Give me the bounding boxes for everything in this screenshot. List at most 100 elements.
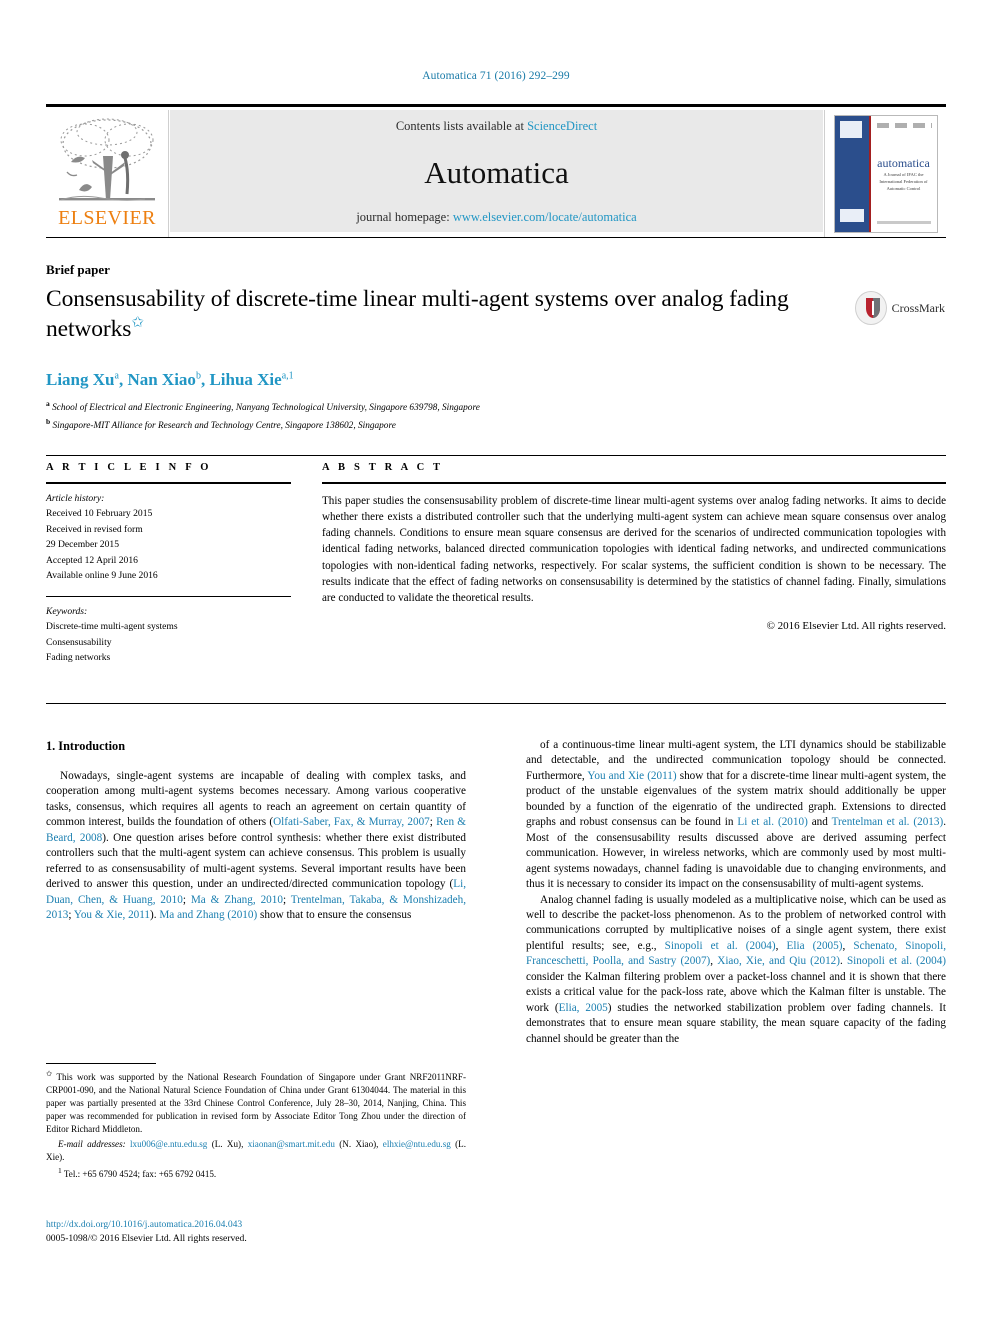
paragraph: Analog channel fading is usually modeled… (526, 893, 947, 1045)
elsevier-logo: ELSEVIER (46, 110, 169, 238)
article-history-label: Article history: (46, 492, 105, 504)
abstract-column: A B S T R A C T This paper studies the c… (322, 462, 946, 632)
keyword-item: Consensusability (46, 636, 112, 648)
cover-title-text: automatica (877, 156, 930, 170)
citation-link[interactable]: Li et al. (2010) (737, 816, 807, 828)
citation-link[interactable]: Ma and Zhang (2010) (159, 909, 257, 921)
running-head: Automatica 71 (2016) 292–299 (422, 70, 570, 82)
citation-link[interactable]: Olfati-Saber, Fax, & Murray, 2007 (273, 816, 430, 828)
keyword-item: Discrete-time multi-agent systems (46, 621, 178, 633)
email-addresses-label: E-mail addresses: (58, 1139, 126, 1150)
citation-link[interactable]: Sinopoli et al. (2004) (847, 955, 946, 967)
email-owner: (N. Xiao) (339, 1139, 377, 1150)
cover-header-rule (876, 123, 932, 128)
footnote-funding: ✩ This work was supported by the Nationa… (46, 1069, 466, 1136)
author-list: Liang Xua, Nan Xiaob, Lihua Xiea,1 (46, 370, 294, 389)
email-owner: (L. Xu) (211, 1139, 242, 1150)
keyword-item: Fading networks (46, 652, 111, 664)
citation-link[interactable]: Sinopoli et al. (2004) (665, 940, 776, 952)
citation-link[interactable]: Xiao, Xie, and Qiu (2012) (717, 955, 840, 967)
info-section-top-rule (46, 455, 946, 456)
journal-title: Automatica (424, 154, 569, 190)
keywords-label: Keywords: (46, 605, 88, 617)
cover-badge-bottom-icon (839, 209, 864, 222)
citation-link[interactable]: Trentelman et al. (2013) (832, 816, 944, 828)
body-column-right: of a continuous-time linear multi-agent … (526, 738, 946, 1047)
crossmark-badge[interactable]: CrossMark (855, 282, 945, 334)
citation-link[interactable]: You and Xie (2011) (587, 770, 676, 782)
doi-link[interactable]: http://dx.doi.org/10.1016/j.automatica.2… (46, 1218, 476, 1232)
citation-link[interactable]: You & Xie, 2011 (74, 909, 150, 921)
citation-link[interactable]: Elia, 2005 (559, 1002, 608, 1014)
sciencedirect-link[interactable]: ScienceDirect (527, 119, 597, 133)
cover-badge-top-icon (839, 121, 862, 138)
cover-red-rule (868, 116, 871, 232)
title-footnote-marker: ✩ (131, 314, 144, 331)
title-text: Consensusability of discrete-time linear… (46, 286, 789, 342)
doi-block: http://dx.doi.org/10.1016/j.automatica.2… (46, 1218, 476, 1247)
affiliation-text: School of Electrical and Electronic Engi… (52, 403, 480, 414)
contents-prefix: Contents lists available at (395, 119, 528, 133)
affiliation-item: a School of Electrical and Electronic En… (46, 398, 806, 416)
paragraph: of a continuous-time linear multi-agent … (526, 739, 946, 891)
footnote-star-marker: ✩ (46, 1069, 53, 1078)
crossmark-icon (855, 291, 887, 325)
homepage-prefix: journal homepage: (356, 210, 453, 224)
journal-cover-thumbnail: automatica A Journal of IFAC the Interna… (824, 110, 946, 238)
footnote-telephone-text: Tel.: +65 6790 4524; fax: +65 6792 0415. (63, 1169, 217, 1180)
cover-footer-rule (876, 221, 931, 224)
history-item: Available online 9 June 2016 (46, 570, 158, 582)
cover-image: automatica A Journal of IFAC the Interna… (833, 115, 938, 233)
affiliation-item: b Singapore-MIT Alliance for Research an… (46, 416, 806, 434)
section-heading-introduction: 1. Introduction (46, 739, 126, 753)
affiliation-text: Singapore-MIT Alliance for Research and … (52, 420, 396, 431)
footnote-funding-text: This work was supported by the National … (46, 1072, 466, 1135)
masthead-top-rule (46, 104, 946, 107)
history-item: Accepted 12 April 2016 (46, 554, 138, 566)
author-name[interactable]: Nan Xiao (127, 370, 195, 389)
article-type-label: Brief paper (46, 262, 110, 277)
cover-subtitle-text: A Journal of IFAC the International Fede… (879, 172, 928, 191)
footnote-emails: E-mail addresses: lxu006@e.ntu.edu.sg (L… (46, 1139, 466, 1163)
email-link[interactable]: xiaonan@smart.mit.edu (248, 1139, 335, 1149)
footnotes-block: ✩ This work was supported by the Nationa… (46, 1069, 466, 1183)
citation-link[interactable]: Elia (2005) (787, 940, 843, 952)
article-history-block: Article history: Received 10 February 20… (46, 491, 291, 584)
crossmark-label: CrossMark (891, 300, 945, 315)
citation-link[interactable]: Ma & Zhang, 2010 (191, 894, 283, 906)
article-info-column: A R T I C L E I N F O Article history: R… (46, 462, 291, 666)
history-item: 29 December 2015 (46, 539, 119, 551)
footnote-number-marker: 1 (58, 1166, 62, 1176)
abstract-copyright: © 2016 Elsevier Ltd. All rights reserved… (766, 619, 946, 632)
article-info-heading: A R T I C L E I N F O (46, 462, 212, 473)
history-item: Received in revised form (46, 523, 143, 535)
keywords-block: Keywords: Discrete-time multi-agent syst… (46, 604, 291, 666)
author-affil-marker: a (114, 370, 119, 382)
footnote-telephone: 1 Tel.: +65 6790 4524; fax: +65 6792 041… (46, 1166, 466, 1181)
footnote-separator-rule (46, 1063, 156, 1065)
author-name[interactable]: Liang Xu (46, 370, 115, 389)
email-link[interactable]: elhxie@ntu.edu.sg (383, 1139, 451, 1149)
author-affil-marker: a,1 (281, 370, 294, 382)
article-info-rule (46, 482, 291, 484)
issn-copyright-line: 0005-1098/© 2016 Elsevier Ltd. All right… (46, 1233, 247, 1245)
body-column-left: 1. Introduction Nowadays, single-agent s… (46, 738, 466, 924)
journal-homepage-line: journal homepage: www.elsevier.com/locat… (356, 210, 636, 225)
affiliation-list: a School of Electrical and Electronic En… (46, 398, 806, 433)
author-name[interactable]: Lihua Xie (209, 370, 281, 389)
email-link[interactable]: lxu006@e.ntu.edu.sg (130, 1139, 207, 1149)
abstract-text: This paper studies the consensusability … (322, 494, 946, 605)
abstract-rule (322, 482, 946, 484)
masthead-bottom-rule (46, 237, 946, 238)
journal-masthead: ELSEVIER Contents lists available at Sci… (46, 104, 946, 238)
paragraph: Nowadays, single-agent systems are incap… (46, 769, 467, 922)
history-item: Received 10 February 2015 (46, 508, 153, 520)
keywords-separator-rule (46, 595, 291, 597)
elsevier-tree-icon (51, 110, 163, 210)
paper-page: Automatica 71 (2016) 292–299 ELSEVIER Co… (0, 0, 992, 1323)
elsevier-wordmark: ELSEVIER (58, 207, 156, 229)
contents-lists-line: Contents lists available at ScienceDirec… (396, 119, 597, 134)
page-title: Consensusability of discrete-time linear… (46, 285, 836, 343)
affiliation-marker: b (46, 416, 51, 426)
homepage-link[interactable]: www.elsevier.com/locate/automatica (453, 210, 637, 224)
